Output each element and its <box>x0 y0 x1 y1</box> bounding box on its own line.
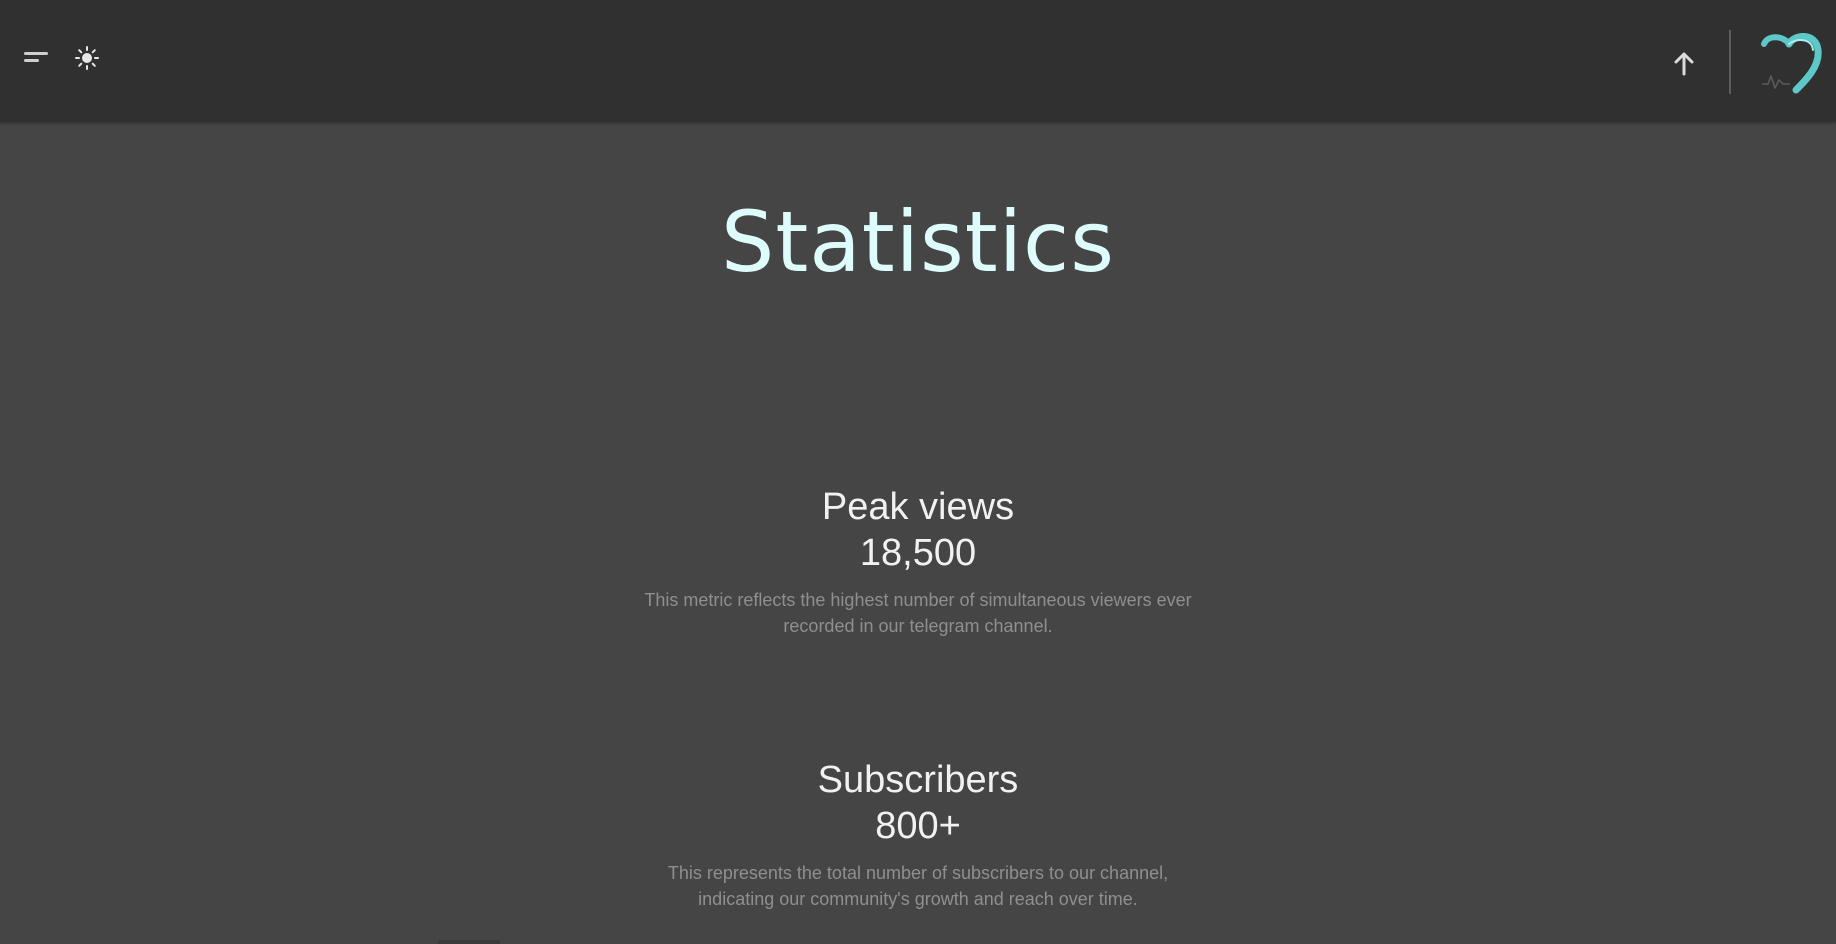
stat-description: This metric reflects the highest number … <box>644 590 1192 636</box>
sun-icon <box>75 46 99 70</box>
arrow-up-icon <box>1674 52 1694 76</box>
site-logo[interactable] <box>1756 30 1822 96</box>
top-header <box>0 0 1836 122</box>
heart-logo-icon <box>1761 33 1822 94</box>
scroll-to-top-button[interactable] <box>1668 48 1700 80</box>
header-divider <box>1729 30 1731 94</box>
horizontal-scroll-indicator <box>438 940 500 944</box>
stat-peak-views: Peak views 18,500 This metric reflects t… <box>618 485 1218 639</box>
stat-subscribers: Subscribers 800+ This represents the tot… <box>618 758 1218 912</box>
menu-button[interactable] <box>22 46 52 70</box>
stat-label: Subscribers <box>817 759 1019 801</box>
stat-value: 18,500 <box>859 532 977 574</box>
menu-lines-icon <box>24 52 48 62</box>
statistics-section: Statistics Peak views 18,500 This metric… <box>0 122 1836 944</box>
stat-description: This represents the total number of subs… <box>667 863 1169 909</box>
stat-label: Peak views <box>821 486 1015 528</box>
stat-value: 800+ <box>875 805 961 847</box>
page-title: Statistics <box>721 193 1115 291</box>
theme-toggle-button[interactable] <box>73 44 101 72</box>
